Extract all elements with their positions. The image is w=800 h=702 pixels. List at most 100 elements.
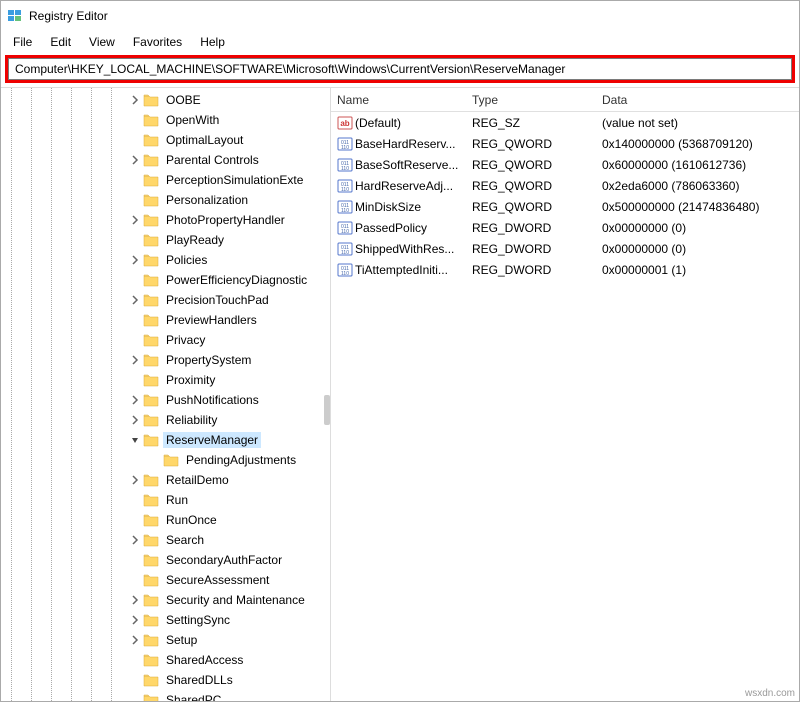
col-data[interactable]: Data [596,91,799,109]
chevron-right-icon[interactable] [129,394,141,406]
tree-label[interactable]: Reliability [163,412,220,428]
folder-icon [143,353,159,367]
tree-label[interactable]: PendingAdjustments [183,452,299,468]
tree-label[interactable]: Search [163,532,207,548]
tree-label[interactable]: OOBE [163,92,204,108]
tree-label[interactable]: Policies [163,252,210,268]
tree-item[interactable]: SharedAccess [1,650,330,670]
tree-pane[interactable]: OOBE OpenWith OptimalLayout Parental Contro… [1,88,331,701]
splitter-handle[interactable] [324,395,330,425]
tree-label[interactable]: PrecisionTouchPad [163,292,272,308]
tree-item[interactable]: Policies [1,250,330,270]
tree-item[interactable]: OOBE [1,90,330,110]
tree-item[interactable]: PrecisionTouchPad [1,290,330,310]
tree-item[interactable]: Run [1,490,330,510]
tree-item[interactable]: PendingAdjustments [1,450,330,470]
tree-item[interactable]: PhotoPropertyHandler [1,210,330,230]
menu-favorites[interactable]: Favorites [125,33,190,51]
tree-label[interactable]: Parental Controls [163,152,262,168]
tree-label[interactable]: SharedAccess [163,652,246,668]
tree-label[interactable]: SharedPC [163,692,224,701]
tree-item[interactable]: SecureAssessment [1,570,330,590]
tree-item[interactable]: Personalization [1,190,330,210]
chevron-right-icon[interactable] [129,354,141,366]
menu-view[interactable]: View [81,33,123,51]
list-row[interactable]: 011110ShippedWithRes...REG_DWORD0x000000… [331,238,799,259]
tree-item[interactable]: PowerEfficiencyDiagnostic [1,270,330,290]
tree-item[interactable]: Parental Controls [1,150,330,170]
chevron-right-icon[interactable] [129,214,141,226]
list-pane[interactable]: Name Type Data ab(Default)REG_SZ(value n… [331,88,799,701]
tree-item[interactable]: RetailDemo [1,470,330,490]
address-bar[interactable]: Computer\HKEY_LOCAL_MACHINE\SOFTWARE\Mic… [8,58,792,80]
menu-edit[interactable]: Edit [42,33,79,51]
list-row[interactable]: ab(Default)REG_SZ(value not set) [331,112,799,133]
tree-label[interactable]: Run [163,492,191,508]
tree-item[interactable]: PreviewHandlers [1,310,330,330]
col-type[interactable]: Type [466,91,596,109]
tree-label[interactable]: OpenWith [163,112,222,128]
menu-help[interactable]: Help [192,33,233,51]
chevron-down-icon[interactable] [129,434,141,446]
tree-label[interactable]: Setup [163,632,200,648]
tree-item[interactable]: OpenWith [1,110,330,130]
chevron-right-icon[interactable] [129,634,141,646]
menu-file[interactable]: File [5,33,40,51]
tree-label[interactable]: Proximity [163,372,218,388]
tree-label[interactable]: PushNotifications [163,392,262,408]
chevron-right-icon[interactable] [129,614,141,626]
tree-label[interactable]: PropertySystem [163,352,254,368]
app-icon [7,8,23,24]
tree-item[interactable]: SecondaryAuthFactor [1,550,330,570]
tree-label[interactable]: Security and Maintenance [163,592,308,608]
tree-label[interactable]: SettingSync [163,612,233,628]
tree-item[interactable]: OptimalLayout [1,130,330,150]
tree-label[interactable]: ReserveManager [163,432,261,448]
tree-item[interactable]: Privacy [1,330,330,350]
tree-item[interactable]: SettingSync [1,610,330,630]
tree-item[interactable]: ReserveManager [1,430,330,450]
tree-item[interactable]: Search [1,530,330,550]
tree-label[interactable]: PerceptionSimulationExte [163,172,306,188]
chevron-right-icon[interactable] [129,294,141,306]
tree-label[interactable]: SharedDLLs [163,672,236,688]
tree-label[interactable]: OptimalLayout [163,132,246,148]
tree-label[interactable]: PlayReady [163,232,227,248]
tree-label[interactable]: RunOnce [163,512,220,528]
tree-item[interactable]: Security and Maintenance [1,590,330,610]
binary-value-icon: 011110 [337,262,353,278]
tree-label[interactable]: Privacy [163,332,208,348]
tree-label[interactable]: SecureAssessment [163,572,272,588]
chevron-right-icon[interactable] [129,594,141,606]
list-row[interactable]: 011110PassedPolicyREG_DWORD0x00000000 (0… [331,217,799,238]
tree-item[interactable]: PlayReady [1,230,330,250]
tree-label[interactable]: PowerEfficiencyDiagnostic [163,272,310,288]
chevron-right-icon[interactable] [129,254,141,266]
tree-item[interactable]: PropertySystem [1,350,330,370]
list-row[interactable]: 011110HardReserveAdj...REG_QWORD0x2eda60… [331,175,799,196]
list-row[interactable]: 011110MinDiskSizeREG_QWORD0x500000000 (2… [331,196,799,217]
chevron-right-icon[interactable] [129,414,141,426]
list-row[interactable]: 011110TiAttemptedIniti...REG_DWORD0x0000… [331,259,799,280]
tree-label[interactable]: RetailDemo [163,472,232,488]
tree-item[interactable]: SharedDLLs [1,670,330,690]
tree-item[interactable]: SharedPC [1,690,330,701]
col-name[interactable]: Name [331,91,466,109]
tree-label[interactable]: PhotoPropertyHandler [163,212,288,228]
tree-item[interactable]: Proximity [1,370,330,390]
expander-none [129,494,141,506]
list-row[interactable]: 011110BaseSoftReserve...REG_QWORD0x60000… [331,154,799,175]
chevron-right-icon[interactable] [129,474,141,486]
tree-item[interactable]: PushNotifications [1,390,330,410]
chevron-right-icon[interactable] [129,154,141,166]
list-row[interactable]: 011110BaseHardReserv...REG_QWORD0x140000… [331,133,799,154]
tree-item[interactable]: Setup [1,630,330,650]
tree-label[interactable]: SecondaryAuthFactor [163,552,285,568]
tree-item[interactable]: PerceptionSimulationExte [1,170,330,190]
tree-item[interactable]: RunOnce [1,510,330,530]
tree-item[interactable]: Reliability [1,410,330,430]
tree-label[interactable]: Personalization [163,192,251,208]
chevron-right-icon[interactable] [129,94,141,106]
chevron-right-icon[interactable] [129,534,141,546]
tree-label[interactable]: PreviewHandlers [163,312,260,328]
